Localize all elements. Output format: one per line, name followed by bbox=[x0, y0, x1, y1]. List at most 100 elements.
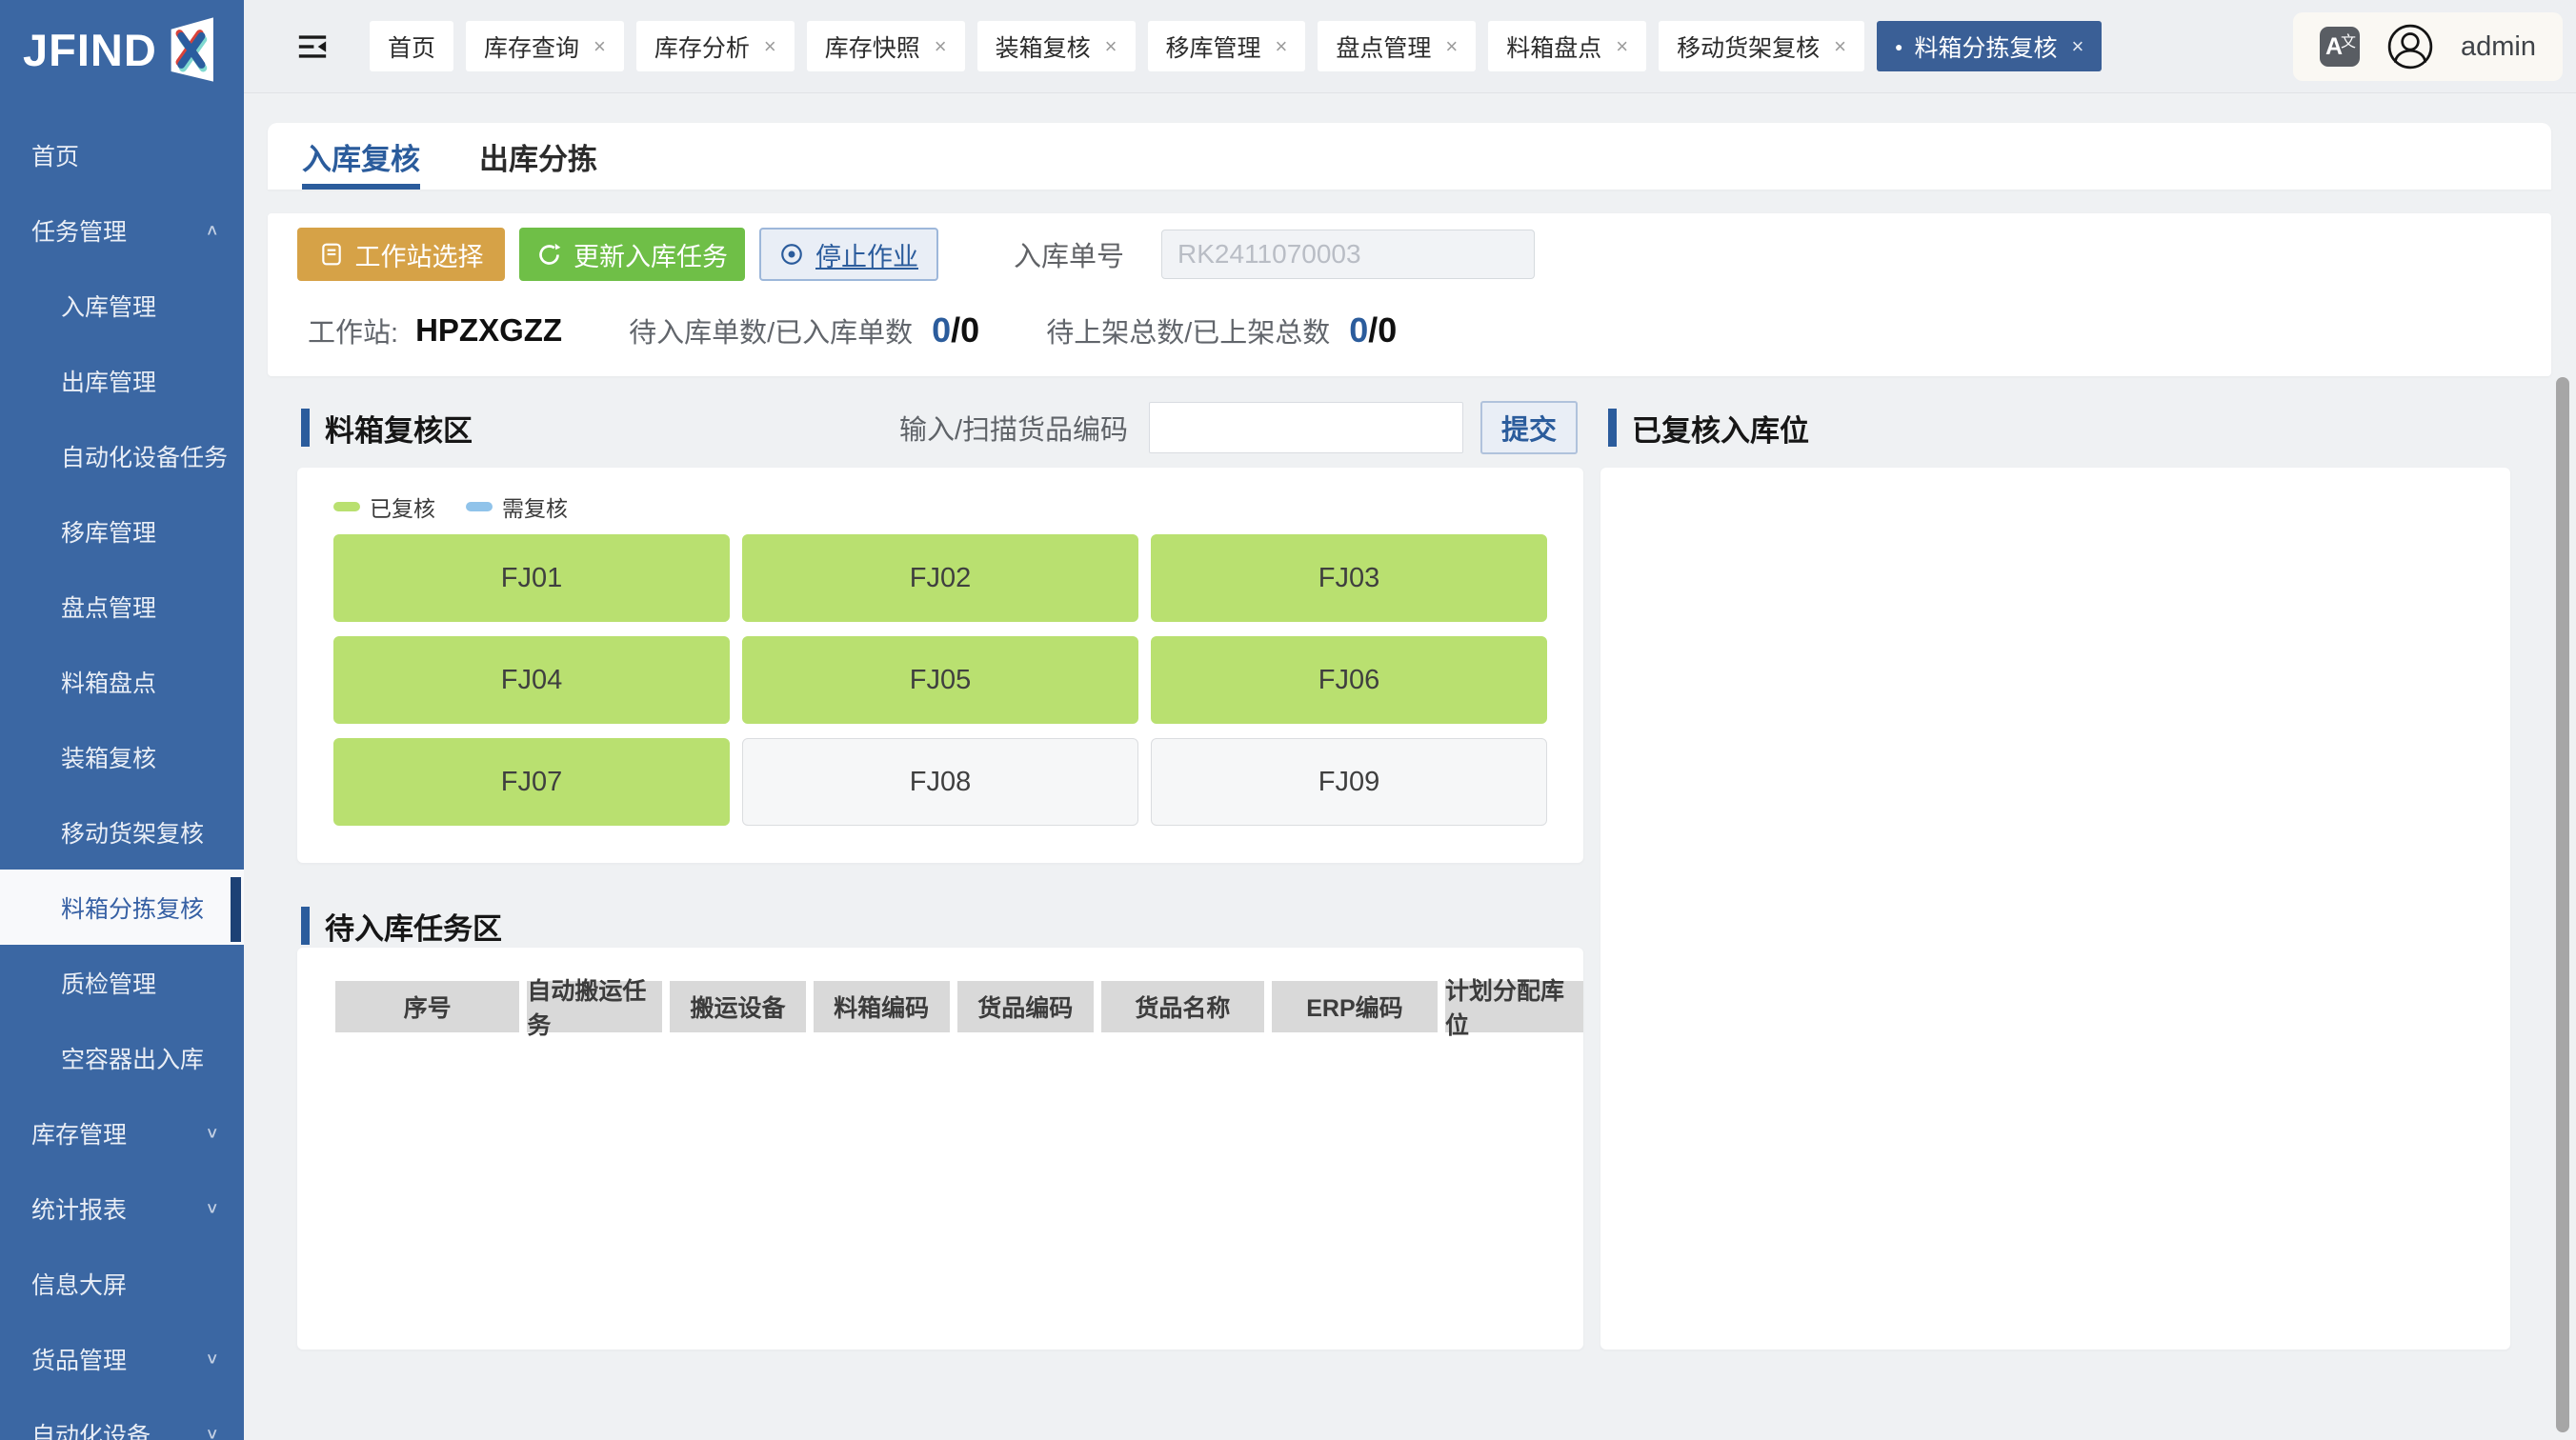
close-icon[interactable]: × bbox=[935, 34, 947, 59]
topbar-tab[interactable]: 移库管理 × bbox=[1148, 21, 1306, 71]
close-icon[interactable]: × bbox=[1445, 34, 1458, 59]
sidebar-item-label: 质检管理 bbox=[61, 966, 156, 1000]
logo-x-icon bbox=[161, 15, 220, 84]
bin-code: FJ01 bbox=[501, 563, 562, 594]
close-icon[interactable]: × bbox=[1616, 34, 1628, 59]
close-icon[interactable]: × bbox=[594, 34, 606, 59]
sidebar-item-label: 库存管理 bbox=[31, 1116, 127, 1150]
topbar-tab[interactable]: 库存查询 × bbox=[466, 21, 624, 71]
sidebar-item-label: 料箱分拣复核 bbox=[61, 890, 204, 925]
sidebar-item[interactable]: 料箱盘点 bbox=[0, 644, 244, 719]
close-icon[interactable]: × bbox=[1105, 34, 1117, 59]
sidebar-item[interactable]: 入库管理 bbox=[0, 268, 244, 343]
topbar-tab[interactable]: ● 料箱分拣复核 × bbox=[1877, 21, 2102, 71]
sidebar-item[interactable]: 质检管理 bbox=[0, 945, 244, 1020]
bin-grid: FJ01 FJ02 FJ03 FJ04 FJ05 FJ06 FJ07 bbox=[333, 534, 1547, 826]
close-icon[interactable]: × bbox=[1834, 34, 1846, 59]
sidebar-item[interactable]: 自动化设备任务 bbox=[0, 418, 244, 493]
submit-button[interactable]: 提交 bbox=[1480, 401, 1578, 454]
toolbar-card: 工作站选择 更新入库任务 停止作业 入库单号 工作站: HPZXGZZ 待入库单 bbox=[268, 213, 2551, 376]
sidebar-item[interactable]: 自动化设备 ∨ bbox=[0, 1396, 244, 1440]
sidebar-item[interactable]: 任务管理 ∧ bbox=[0, 192, 244, 268]
sidebar-item[interactable]: 空容器出入库 bbox=[0, 1020, 244, 1095]
sidebar-item-label: 出库管理 bbox=[61, 364, 156, 398]
bin-cell[interactable]: FJ09 bbox=[1151, 738, 1547, 826]
sidebar-item-label: 自动化设备 bbox=[31, 1417, 151, 1440]
bin-code: FJ04 bbox=[501, 665, 562, 696]
topbar-tab[interactable]: 盘点管理 × bbox=[1318, 21, 1476, 71]
sidebar-item-label: 移库管理 bbox=[61, 514, 156, 549]
bin-cell[interactable]: FJ03 bbox=[1151, 534, 1547, 622]
inbound-order-input[interactable] bbox=[1161, 230, 1535, 279]
bin-cell[interactable]: FJ05 bbox=[742, 636, 1138, 724]
topbar-tab-label: 库存查询 bbox=[484, 30, 579, 64]
bin-code: FJ07 bbox=[501, 767, 562, 798]
tasks-table-header-cell: ERP编码 bbox=[1272, 981, 1438, 1032]
sidebar-item[interactable]: 出库管理 bbox=[0, 343, 244, 418]
sidebar-item[interactable]: 移库管理 bbox=[0, 493, 244, 569]
sidebar-item[interactable]: 信息大屏 bbox=[0, 1246, 244, 1321]
chevron-icon: ∧ bbox=[205, 221, 219, 240]
bin-cell[interactable]: FJ06 bbox=[1151, 636, 1547, 724]
topbar-tab-label: 盘点管理 bbox=[1336, 30, 1431, 64]
workstation-select-button[interactable]: 工作站选择 bbox=[297, 228, 505, 281]
section-accent-bar bbox=[1608, 409, 1617, 447]
menu-fold-icon[interactable] bbox=[295, 30, 330, 64]
tasks-table-header-cell: 序号 bbox=[335, 981, 519, 1032]
close-icon[interactable]: × bbox=[764, 34, 776, 59]
sidebar-item-label: 空容器出入库 bbox=[61, 1041, 204, 1075]
tasks-table-header-cell: 料箱编码 bbox=[814, 981, 950, 1032]
bin-cell[interactable]: FJ02 bbox=[742, 534, 1138, 622]
stat-done-value: /0 bbox=[951, 310, 979, 350]
close-icon[interactable]: × bbox=[1276, 34, 1288, 59]
bin-review-card: 已复核 需复核 FJ01 FJ02 FJ03 FJ04 bbox=[297, 468, 1583, 863]
tasks-table-header-cell: 货品名称 bbox=[1101, 981, 1264, 1032]
review-section-title: 料箱复核区 bbox=[325, 407, 473, 450]
stop-operation-button[interactable]: 停止作业 bbox=[759, 228, 938, 281]
sidebar-item[interactable]: 移动货架复核 bbox=[0, 794, 244, 870]
bin-code: FJ09 bbox=[1318, 767, 1379, 798]
topbar-tab[interactable]: 移动货架复核 × bbox=[1659, 21, 1864, 71]
bin-cell[interactable]: FJ08 bbox=[742, 738, 1138, 826]
topbar-tab[interactable]: 料箱盘点 × bbox=[1488, 21, 1646, 71]
toolbar: 工作站选择 更新入库任务 停止作业 入库单号 bbox=[297, 228, 1535, 281]
close-icon[interactable]: × bbox=[2072, 34, 2084, 59]
topbar-tab[interactable]: 库存快照 × bbox=[807, 21, 965, 71]
bin-cell[interactable]: FJ01 bbox=[333, 534, 730, 622]
sidebar-item[interactable]: 首页 bbox=[0, 117, 244, 192]
sidebar-item[interactable]: 盘点管理 bbox=[0, 569, 244, 644]
stat-groups: 待入库单数/已入库单数 0 /0 待上架总数/已上架总数 0 /0 bbox=[562, 310, 1397, 350]
page-scrollbar-thumb[interactable] bbox=[2556, 377, 2569, 1432]
sidebar-item[interactable]: 统计报表 ∨ bbox=[0, 1170, 244, 1246]
legend-swatch bbox=[333, 502, 360, 511]
sidebar-item[interactable]: 库存管理 ∨ bbox=[0, 1095, 244, 1170]
sidebar-item-label: 统计报表 bbox=[31, 1191, 127, 1226]
chevron-icon: ∨ bbox=[205, 1124, 219, 1143]
tab-inbound-review[interactable]: 入库复核 bbox=[302, 123, 420, 190]
sidebar-item-label: 任务管理 bbox=[31, 213, 127, 248]
section-accent-bar bbox=[301, 907, 310, 945]
language-icon[interactable]: A 文 bbox=[2320, 27, 2360, 67]
topbar-tab[interactable]: 装箱复核 × bbox=[977, 21, 1136, 71]
page-tabs-card: 入库复核 出库分拣 bbox=[268, 123, 2551, 190]
bin-cell[interactable]: FJ04 bbox=[333, 636, 730, 724]
sidebar-item-label: 盘点管理 bbox=[61, 590, 156, 624]
sidebar-item-label: 信息大屏 bbox=[31, 1267, 127, 1301]
sidebar-item[interactable]: 货品管理 ∨ bbox=[0, 1321, 244, 1396]
topbar-tab[interactable]: 库存分析 × bbox=[636, 21, 795, 71]
sidebar-scrollbar-thumb[interactable] bbox=[231, 877, 241, 942]
sidebar-item[interactable]: 料箱分拣复核 bbox=[0, 870, 244, 945]
tasks-table-header-cell: 搬运设备 bbox=[670, 981, 805, 1032]
stat-group: 待上架总数/已上架总数 0 /0 bbox=[1046, 310, 1397, 350]
pending-tasks-card: 序号 自动搬运任务 搬运设备 料箱编码 货品编码 货品名称 ERP编码 计划分配… bbox=[297, 948, 1583, 1350]
bin-cell[interactable]: FJ07 bbox=[333, 738, 730, 826]
refresh-inbound-tasks-button[interactable]: 更新入库任务 bbox=[519, 228, 745, 281]
scan-code-input[interactable] bbox=[1149, 402, 1463, 453]
tasks-table-header-cell: 自动搬运任务 bbox=[527, 981, 662, 1032]
chevron-icon: ∨ bbox=[205, 1350, 219, 1369]
user-avatar-icon[interactable] bbox=[2386, 23, 2434, 70]
topbar-tab-label: 库存分析 bbox=[654, 30, 750, 64]
sidebar-item[interactable]: 装箱复核 bbox=[0, 719, 244, 794]
tab-outbound-sorting[interactable]: 出库分拣 bbox=[479, 123, 597, 190]
topbar-tab[interactable]: 首页 bbox=[370, 21, 453, 71]
